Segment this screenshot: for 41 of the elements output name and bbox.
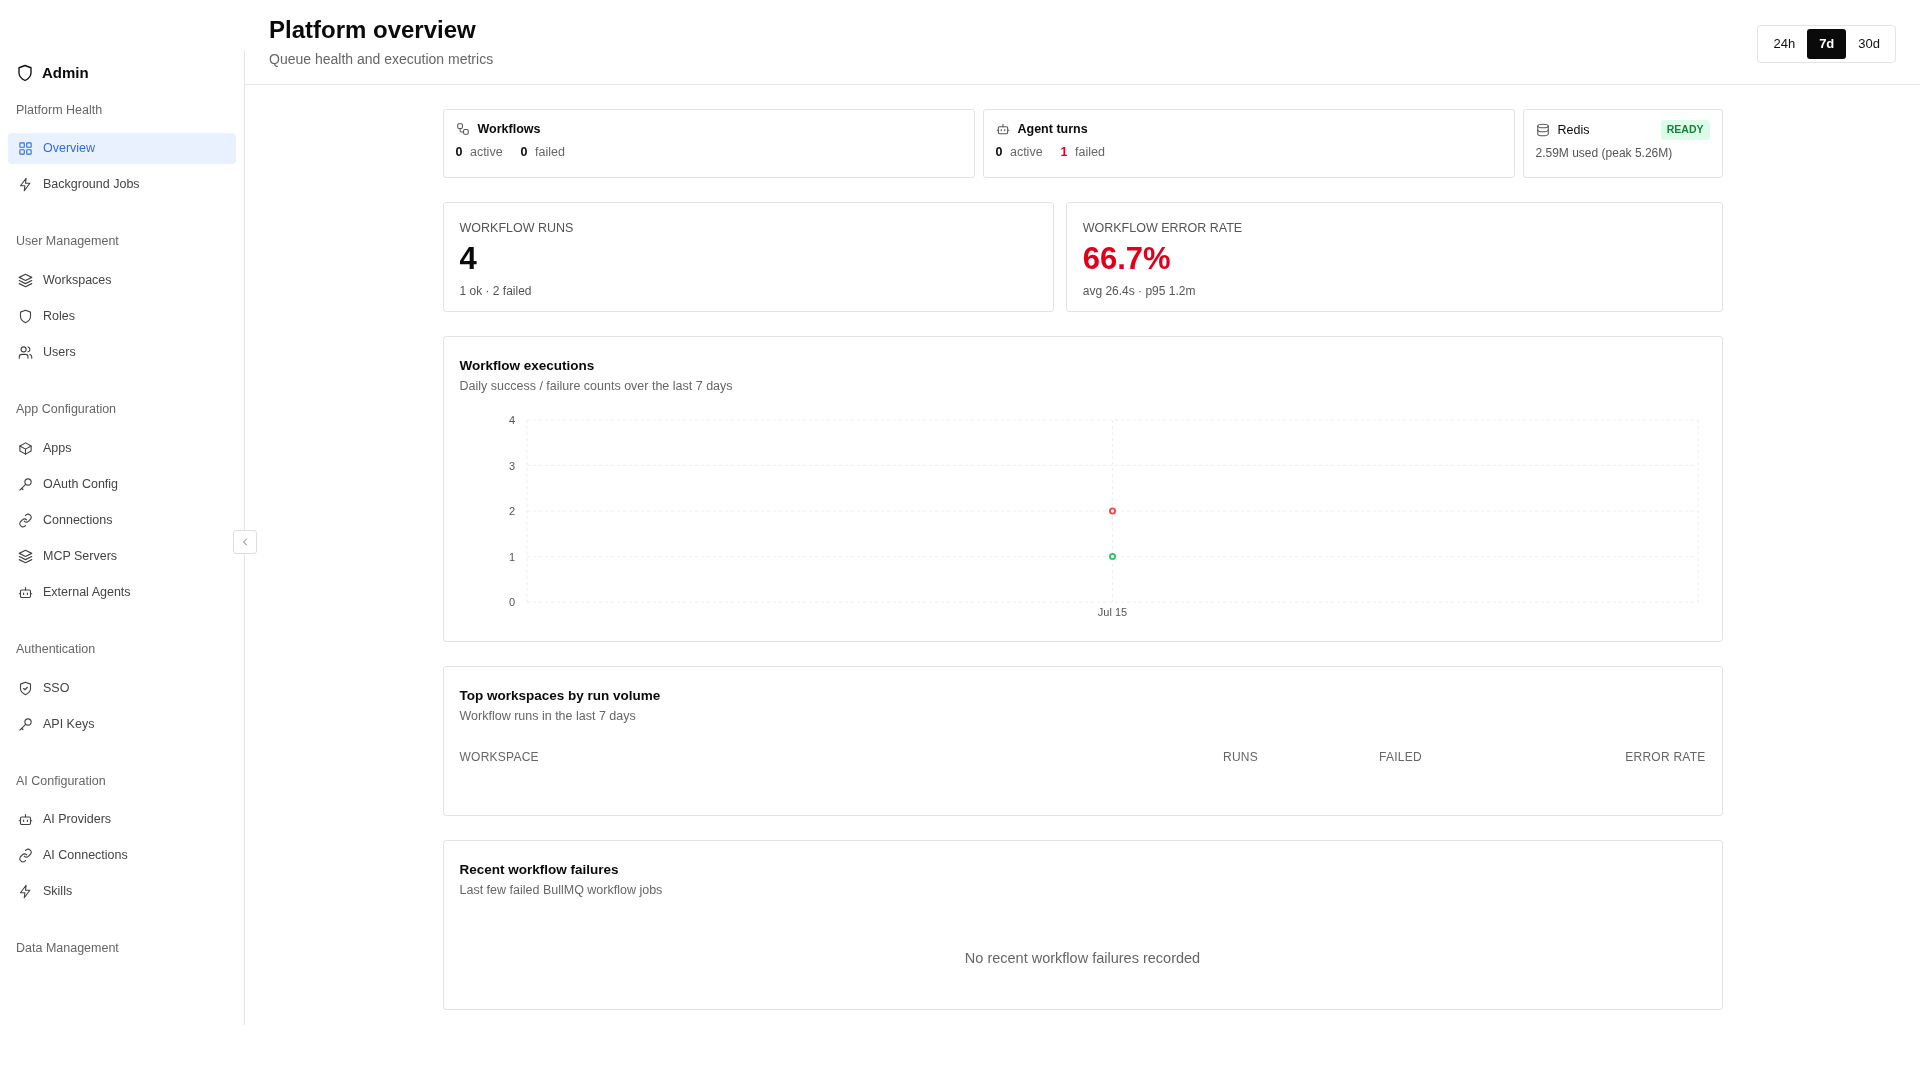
card-subtitle: Daily success / failure counts over the last 7 days <box>459 378 734 395</box>
metric-label: WORKFLOW ERROR RATE <box>1082 220 1244 237</box>
card-title: Redis <box>1557 121 1590 139</box>
sidebar-title: Admin <box>42 63 89 83</box>
card-title: Workflow executions <box>459 357 595 375</box>
section-label: User Management <box>15 233 120 251</box>
section-label: Platform Health <box>15 101 104 119</box>
axis-tick-label: 2 <box>508 504 515 517</box>
metric-detail: 1 ok · 2 failed <box>459 282 533 300</box>
section-label: Authentication <box>15 640 97 658</box>
card-title: Agent turns <box>1017 121 1088 138</box>
page-title: Platform overview <box>269 16 476 45</box>
axis-tick-label: 0 <box>508 595 515 608</box>
metric-label: WORKFLOW RUNS <box>459 220 575 237</box>
metric-value: 66.7% <box>1082 241 1171 276</box>
column-header: WORKSPACE <box>459 749 539 764</box>
section-label: Data Management <box>15 940 120 958</box>
queue-stat: 0 failed <box>520 143 565 161</box>
column-header: ERROR RATE <box>1625 749 1706 764</box>
section-label: AI Configuration <box>15 772 107 790</box>
page-subtitle: Queue health and execution metrics <box>269 49 494 69</box>
section-label: App Configuration <box>15 401 118 418</box>
status-badge: READY <box>1660 120 1710 140</box>
empty-message: No recent workflow failures recorded <box>964 949 1201 966</box>
axis-tick-label: 1 <box>508 550 515 563</box>
metric-detail: avg 26.4s · p95 1.2m <box>1082 282 1197 300</box>
column-header: FAILED <box>1379 749 1422 764</box>
card-title: Recent workflow failures <box>459 861 619 879</box>
queue-stat: 1 failed <box>1060 143 1105 161</box>
queue-stat: 0 active <box>995 143 1043 161</box>
card-title: Top workspaces by run volume <box>459 687 661 705</box>
card-subtitle: Last few failed BullMQ workflow jobs <box>459 882 664 899</box>
axis-tick-label: 4 <box>508 413 515 426</box>
card-title: Workflows <box>477 121 541 138</box>
axis-tick-label: Jul 15 <box>1097 605 1127 618</box>
axis-tick-label: 3 <box>508 459 515 472</box>
column-header: RUNS <box>1223 749 1258 764</box>
metric-value: 4 <box>459 241 477 276</box>
card-subtitle: Workflow runs in the last 7 days <box>459 708 637 725</box>
queue-stat: 0 active <box>455 143 503 161</box>
redis-usage: 2.59M used (peak 5.26M) <box>1535 144 1674 162</box>
